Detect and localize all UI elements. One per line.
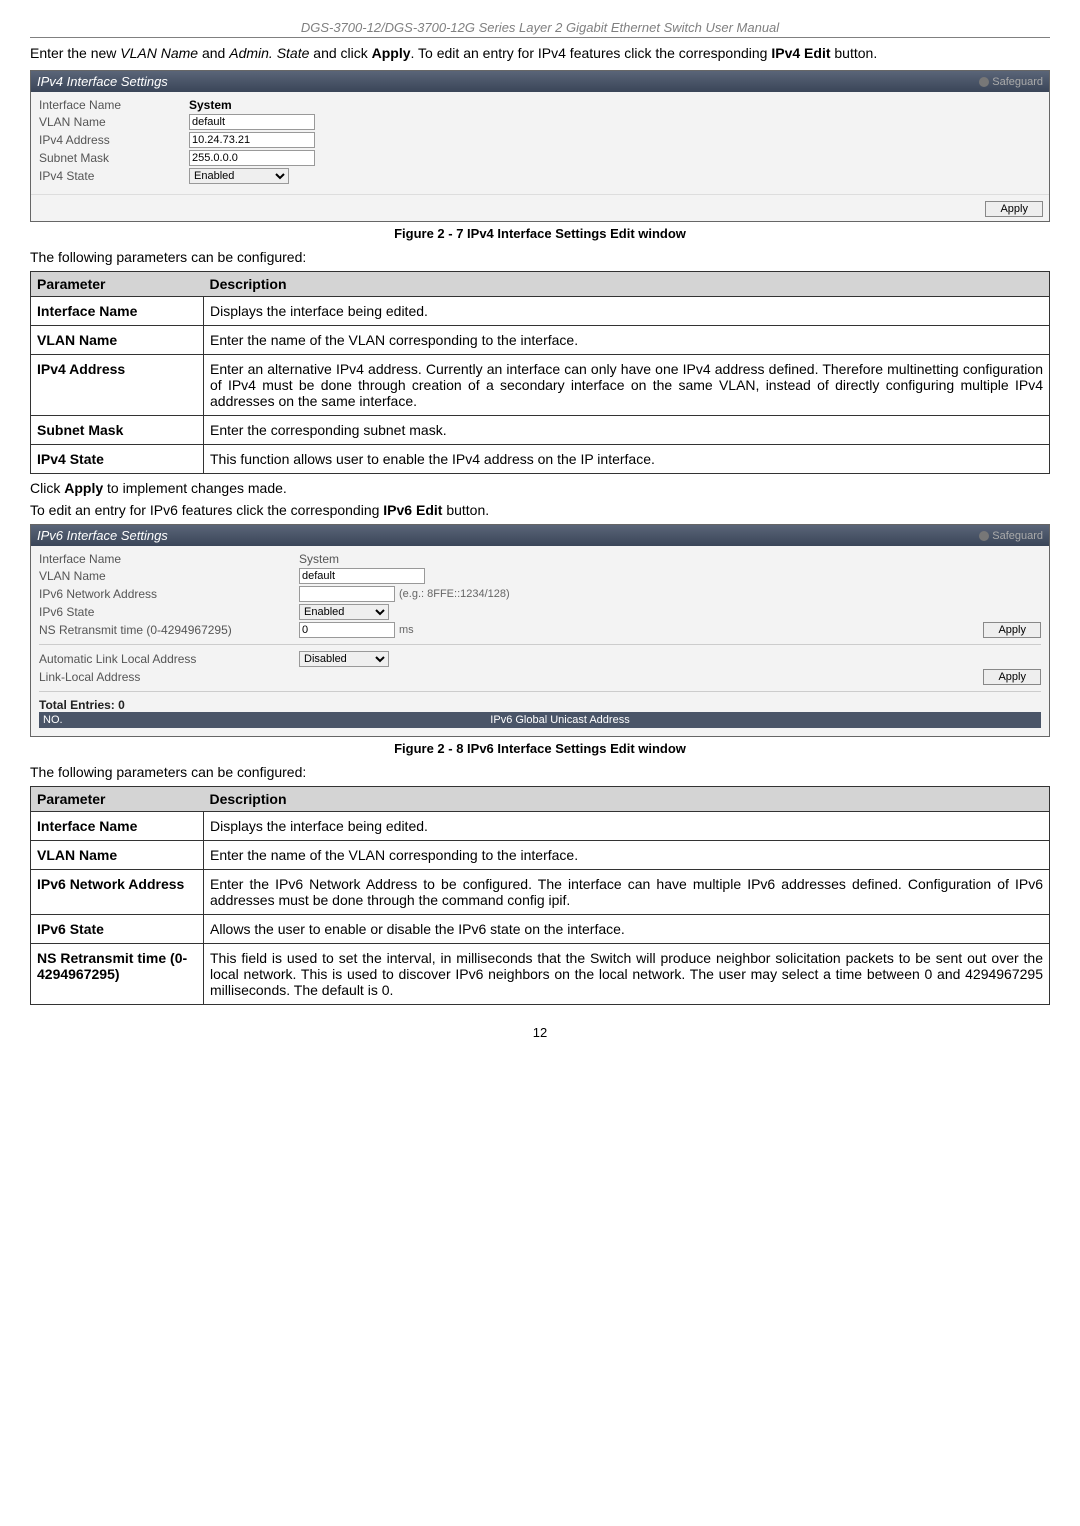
table-row: IPv4 AddressEnter an alternative IPv4 ad… bbox=[31, 355, 1050, 416]
table-row: IPv4 StateThis function allows user to e… bbox=[31, 445, 1050, 474]
vlan-name-label: VLAN Name bbox=[39, 569, 299, 583]
interface-name-label: Interface Name bbox=[39, 98, 189, 112]
interface-name-label: Interface Name bbox=[39, 552, 299, 566]
text: Enter the new bbox=[30, 45, 120, 61]
interface-name-value: System bbox=[299, 552, 339, 566]
apply-note: Click Apply to implement changes made. bbox=[30, 480, 1050, 496]
text: . To edit an entry for IPv4 features cli… bbox=[411, 45, 772, 61]
text: VLAN Name bbox=[120, 45, 198, 61]
total-entries: Total Entries: 0 bbox=[39, 698, 1041, 712]
apply-button[interactable]: Apply bbox=[985, 201, 1043, 217]
param-intro: The following parameters can be configur… bbox=[30, 764, 1050, 780]
col-description: Description bbox=[204, 272, 1050, 297]
safeguard-badge: Safeguard bbox=[979, 528, 1043, 543]
vlan-name-input[interactable] bbox=[189, 114, 315, 130]
ipv6-network-address-label: IPv6 Network Address bbox=[39, 587, 299, 601]
apply-button[interactable]: Apply bbox=[983, 669, 1041, 685]
ipv4-param-table: ParameterDescription Interface NameDispl… bbox=[30, 271, 1050, 474]
ipv6-address-hint: (e.g.: 8FFE::1234/128) bbox=[399, 588, 510, 600]
table-row: NS Retransmit time (0-4294967295)This fi… bbox=[31, 944, 1050, 1005]
text: Safeguard bbox=[992, 76, 1043, 88]
text: button. bbox=[831, 45, 878, 61]
safeguard-icon bbox=[979, 531, 989, 541]
ipv6-network-address-input[interactable] bbox=[299, 586, 395, 602]
ipv6-edit-note: To edit an entry for IPv6 features click… bbox=[30, 502, 1050, 518]
text: IPv4 Edit bbox=[771, 45, 830, 61]
text: Apply bbox=[372, 45, 411, 61]
ipv4-settings-panel: IPv4 Interface Settings Safeguard Interf… bbox=[30, 70, 1050, 222]
text: and bbox=[198, 45, 229, 61]
ipv6-param-table: ParameterDescription Interface NameDispl… bbox=[30, 786, 1050, 1005]
ipv6-state-select[interactable]: Enabled bbox=[299, 604, 389, 620]
table-row: IPv6 StateAllows the user to enable or d… bbox=[31, 915, 1050, 944]
figure-caption-ipv6: Figure 2 - 8 IPv6 Interface Settings Edi… bbox=[30, 741, 1050, 756]
ipv4-address-input[interactable] bbox=[189, 132, 315, 148]
panel-title: IPv6 Interface Settings bbox=[37, 528, 168, 543]
panel-header: IPv4 Interface Settings Safeguard bbox=[31, 71, 1049, 92]
panel-header: IPv6 Interface Settings Safeguard bbox=[31, 525, 1049, 546]
text: and click bbox=[309, 45, 371, 61]
ipv4-address-label: IPv4 Address bbox=[39, 133, 189, 147]
intro-text: Enter the new VLAN Name and Admin. State… bbox=[30, 44, 1050, 62]
ipv4-state-label: IPv4 State bbox=[39, 169, 189, 183]
text: Admin. State bbox=[229, 45, 309, 61]
interface-name-value: System bbox=[189, 98, 232, 112]
table-row: VLAN NameEnter the name of the VLAN corr… bbox=[31, 326, 1050, 355]
param-intro: The following parameters can be configur… bbox=[30, 249, 1050, 265]
ms-unit: ms bbox=[399, 624, 414, 636]
table-row: Subnet MaskEnter the corresponding subne… bbox=[31, 416, 1050, 445]
table-row: IPv6 Network AddressEnter the IPv6 Netwo… bbox=[31, 870, 1050, 915]
col-parameter: Parameter bbox=[31, 272, 204, 297]
table-row: Interface NameDisplays the interface bei… bbox=[31, 297, 1050, 326]
ns-retransmit-label: NS Retransmit time (0-4294967295) bbox=[39, 623, 299, 637]
safeguard-icon bbox=[979, 77, 989, 87]
table-row: VLAN NameEnter the name of the VLAN corr… bbox=[31, 841, 1050, 870]
subnet-mask-input[interactable] bbox=[189, 150, 315, 166]
page-header: DGS-3700-12/DGS-3700-12G Series Layer 2 … bbox=[30, 20, 1050, 38]
ipv6-state-label: IPv6 State bbox=[39, 605, 299, 619]
ipv6-settings-panel: IPv6 Interface Settings Safeguard Interf… bbox=[30, 524, 1050, 737]
ns-retransmit-input[interactable] bbox=[299, 622, 395, 638]
col-description: Description bbox=[204, 787, 1050, 812]
auto-link-local-label: Automatic Link Local Address bbox=[39, 652, 299, 666]
col-parameter: Parameter bbox=[31, 787, 204, 812]
apply-button[interactable]: Apply bbox=[983, 622, 1041, 638]
table-row: Interface NameDisplays the interface bei… bbox=[31, 812, 1050, 841]
page-number: 12 bbox=[30, 1025, 1050, 1040]
vlan-name-input[interactable] bbox=[299, 568, 425, 584]
text: Safeguard bbox=[992, 530, 1043, 542]
ipv4-state-select[interactable]: Enabled bbox=[189, 168, 289, 184]
ipv6-address-table-header: NO. IPv6 Global Unicast Address bbox=[39, 712, 1041, 728]
figure-caption-ipv4: Figure 2 - 7 IPv4 Interface Settings Edi… bbox=[30, 226, 1050, 241]
col-no: NO. bbox=[43, 714, 83, 726]
panel-title: IPv4 Interface Settings bbox=[37, 74, 168, 89]
safeguard-badge: Safeguard bbox=[979, 74, 1043, 89]
vlan-name-label: VLAN Name bbox=[39, 115, 189, 129]
col-address: IPv6 Global Unicast Address bbox=[83, 714, 1037, 726]
link-local-address-label: Link-Local Address bbox=[39, 670, 299, 684]
subnet-mask-label: Subnet Mask bbox=[39, 151, 189, 165]
auto-link-local-select[interactable]: Disabled bbox=[299, 651, 389, 667]
